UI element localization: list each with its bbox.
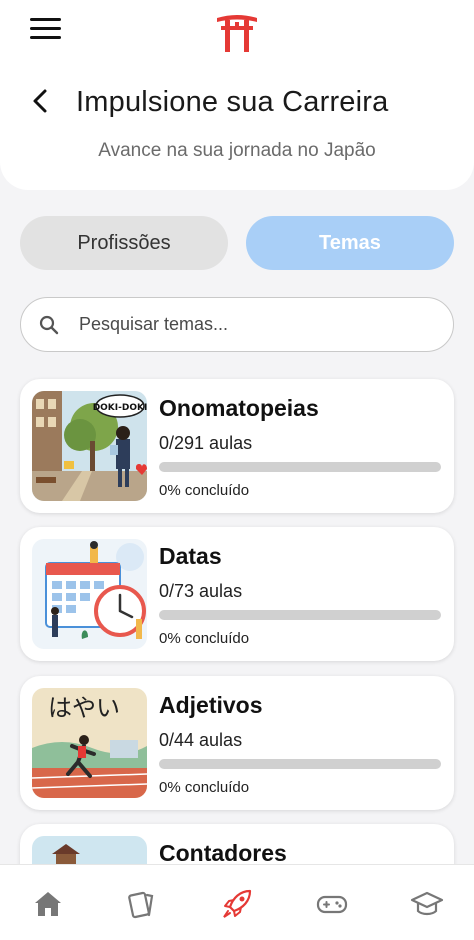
topic-lesson-count: 0/73 aulas bbox=[159, 581, 243, 601]
onomatopeias-thumbnail: DOKI-DOKI bbox=[32, 391, 147, 501]
menu-icon[interactable] bbox=[30, 18, 62, 42]
search-bar bbox=[20, 297, 454, 352]
topic-progress-text: 0% concluído bbox=[159, 630, 250, 647]
topic-card-datas[interactable]: Datas 0/73 aulas 0% concluído bbox=[20, 527, 454, 661]
topic-title: Adjetivos bbox=[159, 692, 263, 718]
thumb-doki-text: DOKI-DOKI bbox=[93, 403, 147, 413]
topic-lesson-count: 0/44 aulas bbox=[159, 730, 243, 750]
graduation-cap-icon[interactable] bbox=[410, 887, 444, 921]
back-arrow-icon[interactable] bbox=[26, 86, 56, 116]
topic-progress-bar bbox=[159, 610, 441, 620]
cards-icon[interactable] bbox=[125, 887, 159, 921]
page-subtitle: Avance na sua jornada no Japão bbox=[98, 140, 376, 161]
tab-temas[interactable]: Temas bbox=[246, 216, 454, 270]
topic-progress-text: 0% concluído bbox=[159, 482, 250, 499]
top-bar bbox=[0, 0, 474, 64]
rocket-icon[interactable] bbox=[220, 887, 254, 921]
search-icon bbox=[39, 315, 59, 335]
tab-profissoes[interactable]: Profissões bbox=[20, 216, 228, 270]
thumb-hayai-text: はやい bbox=[48, 694, 120, 722]
page-header: Impulsione sua Carreira Avance na sua jo… bbox=[0, 64, 474, 190]
topic-lesson-count: 0/291 aulas bbox=[159, 433, 253, 453]
gamepad-icon[interactable] bbox=[315, 887, 349, 921]
category-tabs: Profissões Temas bbox=[20, 216, 454, 272]
torii-logo-icon bbox=[217, 15, 257, 52]
adjetivos-thumbnail: はやい bbox=[32, 688, 147, 798]
home-icon[interactable] bbox=[31, 887, 65, 921]
topic-card-onomatopeias[interactable]: DOKI-DOKI Onomatopeias 0/291 aulas 0% co… bbox=[20, 379, 454, 513]
topic-progress-bar bbox=[159, 759, 441, 769]
topic-progress-bar bbox=[159, 462, 441, 472]
topic-title: Contadores bbox=[159, 840, 287, 866]
datas-thumbnail bbox=[32, 539, 147, 649]
topic-progress-text: 0% concluído bbox=[159, 779, 250, 796]
search-input[interactable] bbox=[79, 308, 439, 340]
topic-card-adjetivos[interactable]: はやい Adjetivos 0/44 aulas 0% concluído bbox=[20, 676, 454, 810]
page-title: Impulsione sua Carreira bbox=[76, 86, 389, 118]
topic-title: Onomatopeias bbox=[159, 395, 319, 421]
topic-title: Datas bbox=[159, 543, 222, 569]
bottom-nav bbox=[0, 864, 474, 940]
